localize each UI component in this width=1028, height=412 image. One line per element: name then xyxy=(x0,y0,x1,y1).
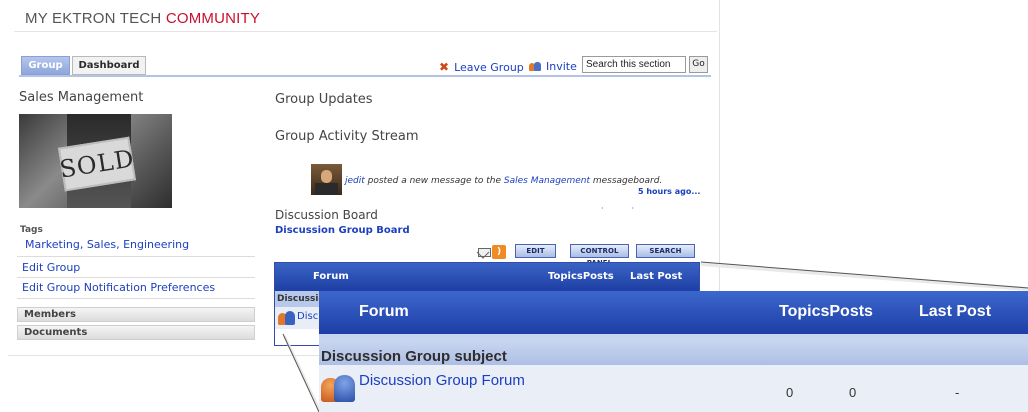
avatar-suit xyxy=(315,183,338,195)
search-input[interactable]: Search this section xyxy=(582,56,686,73)
user-avatar[interactable] xyxy=(311,164,342,195)
members-section[interactable]: Members xyxy=(17,307,255,322)
tab-group[interactable]: Group xyxy=(21,56,70,75)
brand-prefix: MY EKTRON TECH xyxy=(25,10,166,27)
zoom-forum-row[interactable]: Discussion Group Forum 0 0 - xyxy=(319,365,1028,412)
zoom-col-last-post: Last Post xyxy=(919,303,992,320)
sold-sign-text: SOLD xyxy=(57,144,137,184)
col-topics-posts: TopicsPosts xyxy=(548,271,614,282)
edit-button[interactable]: EDIT xyxy=(515,244,556,258)
go-button[interactable]: Go xyxy=(689,56,708,73)
col-last-post: Last Post xyxy=(630,271,683,282)
last-post-value: - xyxy=(955,385,960,400)
sidebar-divider xyxy=(17,277,255,278)
zoom-forum-subject[interactable]: Discussion Group subject xyxy=(319,334,1028,365)
rss-icon[interactable]: ) xyxy=(492,245,506,259)
activity-text: posted a new message to the xyxy=(364,176,504,186)
discussion-board-heading: Discussion Board xyxy=(275,208,378,222)
group-name: Sales Management xyxy=(19,90,144,105)
person-shape xyxy=(334,375,355,402)
forum-link[interactable]: Disc xyxy=(297,311,318,322)
group-icon xyxy=(319,370,357,402)
sidebar-divider xyxy=(17,256,255,257)
edit-notification-preferences-link[interactable]: Edit Group Notification Preferences xyxy=(22,281,215,294)
activity-item: jedit posted a new message to the Sales … xyxy=(345,176,662,186)
topics-count: 0 xyxy=(786,385,794,400)
screenshot-stage: MY EKTRON TECH COMMUNITY Group Dashboard… xyxy=(0,0,1028,412)
documents-section[interactable]: Documents xyxy=(17,325,255,340)
zoom-col-forum: Forum xyxy=(359,303,409,320)
activity-stream-heading: Group Activity Stream xyxy=(275,129,419,144)
people-icon xyxy=(529,61,541,71)
zoom-table-header: Forum TopicsPosts Last Post xyxy=(319,291,1028,334)
control-panel-button[interactable]: CONTROL PANEL xyxy=(570,244,629,267)
group-icon xyxy=(278,309,296,325)
group-updates-heading: Group Updates xyxy=(275,92,373,107)
close-icon: ✖ xyxy=(439,60,450,74)
group-image: SOLD xyxy=(19,114,172,208)
forum-table-zoom: Forum TopicsPosts Last Post Discussion G… xyxy=(319,291,1028,412)
brand-accent: COMMUNITY xyxy=(165,10,261,27)
pager-links[interactable]: ·· xyxy=(601,204,662,213)
edit-group-link[interactable]: Edit Group xyxy=(22,261,80,274)
tab-underline xyxy=(19,75,711,77)
zoom-forum-link[interactable]: Discussion Group Forum xyxy=(359,372,525,389)
activity-user-link[interactable]: jedit xyxy=(345,176,365,186)
site-brand[interactable]: MY EKTRON TECH COMMUNITY xyxy=(25,10,260,27)
forum-table-header: Forum TopicsPosts Last Post xyxy=(275,263,699,291)
tab-dashboard[interactable]: Dashboard xyxy=(72,56,146,75)
search-button[interactable]: SEARCH xyxy=(636,244,695,258)
zoom-col-topics-posts: TopicsPosts xyxy=(779,303,873,320)
leave-group-link[interactable]: ✖ Leave Group xyxy=(439,60,524,74)
invite-label: Invite xyxy=(546,60,577,73)
leave-group-label: Leave Group xyxy=(454,61,524,74)
activity-timestamp: 5 hours ago... xyxy=(638,187,701,196)
discussion-group-board-link[interactable]: Discussion Group Board xyxy=(275,225,410,236)
brand-divider xyxy=(14,31,717,32)
activity-board-link[interactable]: Sales Management xyxy=(504,176,590,186)
activity-text-end: messageboard. xyxy=(589,176,663,186)
sidebar-divider xyxy=(17,298,255,299)
tags-label: Tags xyxy=(20,225,43,235)
posts-count: 0 xyxy=(849,385,857,400)
tags-list[interactable]: Marketing, Sales, Engineering xyxy=(25,238,189,251)
col-forum: Forum xyxy=(313,271,349,282)
invite-link[interactable]: Invite xyxy=(529,60,577,73)
avatar-face xyxy=(321,170,332,183)
person-shape xyxy=(285,311,295,325)
email-icon[interactable] xyxy=(478,248,491,257)
